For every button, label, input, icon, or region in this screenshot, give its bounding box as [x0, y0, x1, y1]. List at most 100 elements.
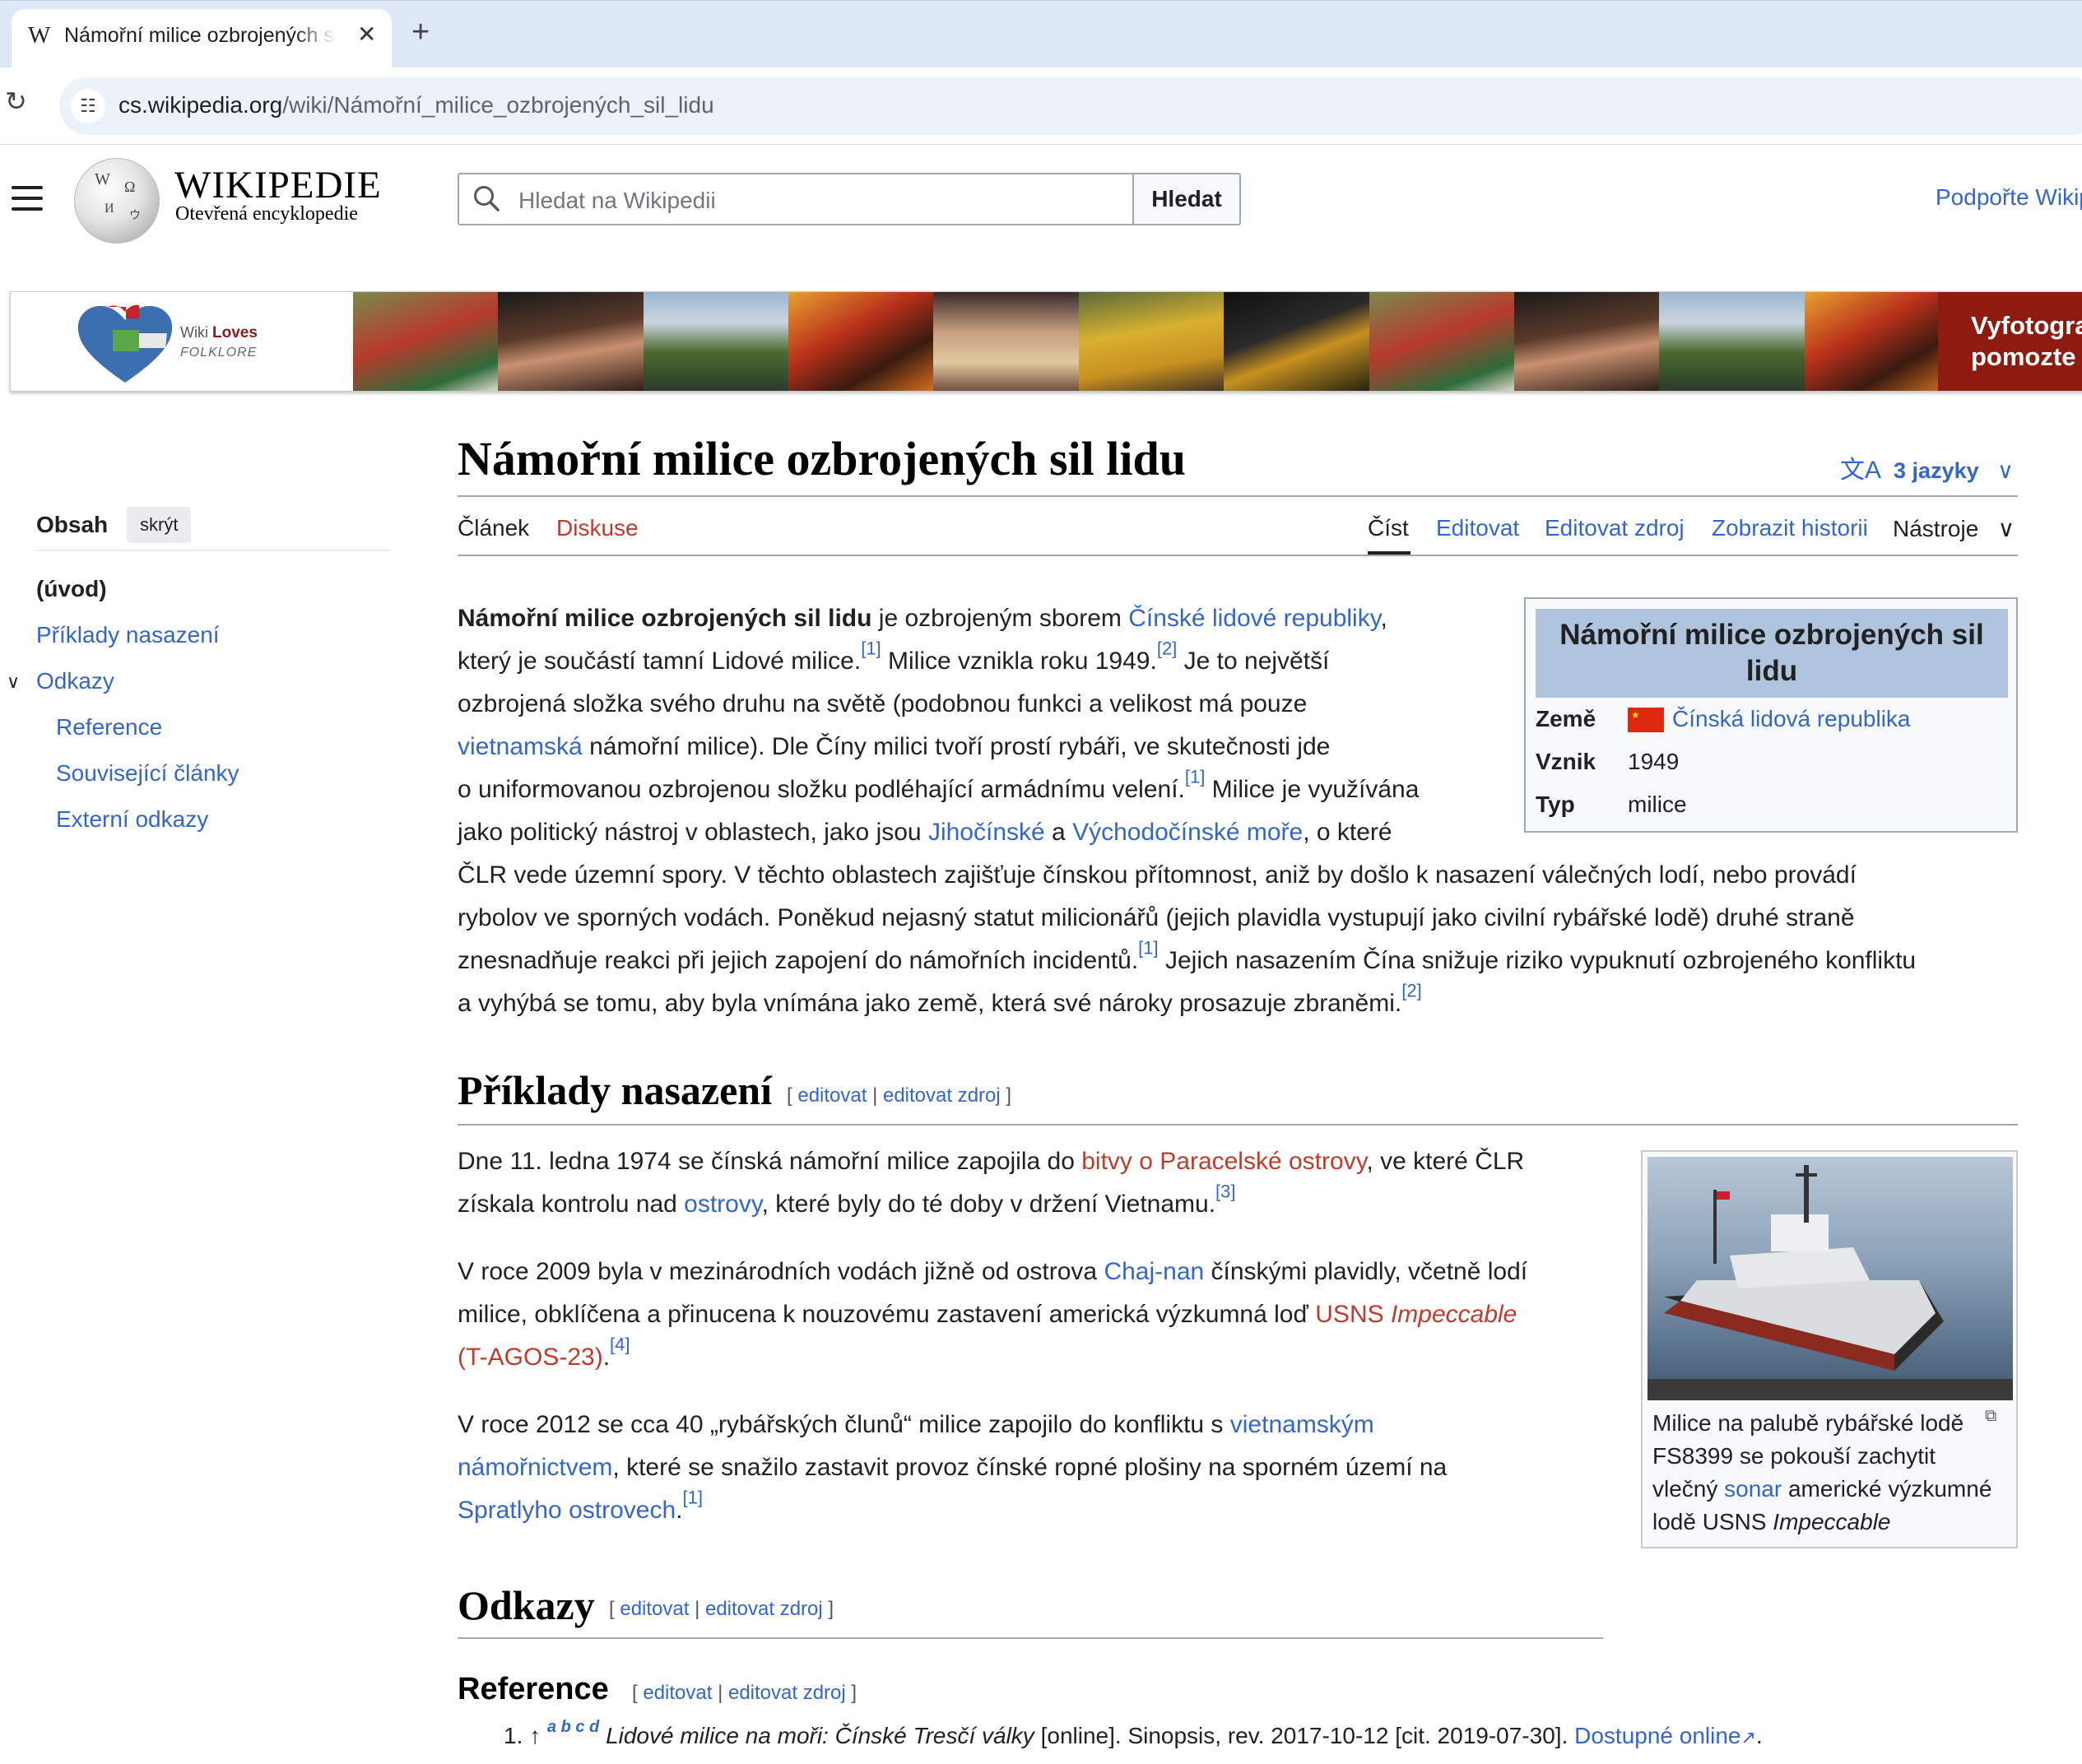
examples-line-7: námořnictvem, které se snažilo zastavit … — [458, 1446, 1447, 1489]
external-link-icon: ↗ — [1740, 1727, 1756, 1748]
toc-item-external[interactable]: Externí odkazy — [56, 806, 208, 833]
link-islands[interactable]: ostrovy — [684, 1191, 761, 1218]
tab-edit[interactable]: Editovat — [1436, 515, 1519, 541]
text: , ve které ČLR — [1366, 1148, 1525, 1175]
backlink-letters[interactable]: a b c d — [547, 1718, 599, 1736]
edit-source-section-link[interactable]: editovat zdroj — [705, 1598, 823, 1620]
tab-article[interactable]: Článek — [458, 515, 529, 541]
section-heading-examples: Příklady nasazení — [458, 1067, 772, 1113]
link-vietnamese-navy[interactable]: námořnictvem — [458, 1454, 612, 1481]
language-selector[interactable]: 文A 3 jazyky ∨ — [1840, 449, 2014, 485]
reference-number: 1. — [504, 1723, 523, 1748]
link-prc[interactable]: Čínské lidové republiky — [1128, 605, 1380, 632]
ship-photo[interactable] — [1647, 1157, 2013, 1400]
banner-cta[interactable]: Vyfotografujte pomozte — [1938, 292, 2082, 391]
link-usns-impeccable[interactable]: USNS Impeccable — [1315, 1301, 1517, 1328]
lead-line-8: rybolov ve sporných vodách. Poněkud neja… — [458, 904, 1855, 931]
link-t-agos-23[interactable]: (T-AGOS-23) — [458, 1344, 603, 1371]
tab-edit-source[interactable]: Editovat zdroj — [1545, 515, 1685, 541]
text: čínskými plavidly, včetně lodí — [1204, 1258, 1528, 1285]
text: Je to největší — [1177, 648, 1330, 675]
link-east-china-sea[interactable]: Východočínské moře — [1072, 819, 1303, 846]
chevron-down-icon: ∨ — [1997, 516, 2015, 541]
url-path: /wiki/Námořní_milice_ozbrojených_sil_lid… — [282, 92, 714, 118]
caption-text: Impeccable — [1773, 1509, 1891, 1534]
infobox-value-country[interactable]: Čínská lidová republika — [1672, 706, 1911, 732]
citation-link[interactable]: [3] — [1215, 1181, 1235, 1201]
tab-history[interactable]: Zobrazit historii — [1712, 515, 1868, 541]
text: , které byly do té doby v držení Vietnam… — [761, 1191, 1216, 1218]
tab-title: Námořní milice ozbrojených sil lidu — [64, 24, 336, 47]
url-host: cs.wikipedia.org — [119, 92, 283, 118]
reference-title: Lidové milice na moři: Čínské Tresčí vál… — [606, 1723, 1034, 1748]
bracket: ] — [828, 1598, 834, 1620]
browser-tab[interactable]: W Námořní milice ozbrojených sil lidu ✕ — [12, 9, 392, 68]
citation-link[interactable]: [2] — [1157, 638, 1177, 658]
edit-section-link[interactable]: editovat — [620, 1598, 689, 1620]
infobox: Námořní milice ozbrojených sil lidu Země… — [1524, 597, 2018, 833]
text: , které se snažilo zastavit provoz čínsk… — [612, 1454, 1448, 1481]
citation-link[interactable]: [1] — [1185, 766, 1205, 787]
edit-source-section-link[interactable]: editovat zdroj — [728, 1682, 846, 1704]
toc-item-links[interactable]: Odkazy — [36, 668, 114, 694]
citation-link[interactable]: [1] — [1138, 937, 1158, 958]
url-text[interactable]: cs.wikipedia.org/wiki/Námořní_milice_ozb… — [119, 92, 714, 118]
wikipedia-globe-logo[interactable]: W Ω И ウ — [74, 158, 160, 244]
toc-item-intro[interactable]: (úvod) — [36, 576, 107, 602]
title-divider — [458, 495, 2018, 497]
reload-icon[interactable]: ↻ — [5, 86, 27, 117]
text: získala kontrolu nad — [458, 1191, 685, 1218]
text: , — [1380, 605, 1387, 632]
text: jako politický nástroj v oblastech, jako… — [458, 819, 928, 846]
donate-link[interactable]: Podpořte Wikipedii — [1936, 184, 2082, 211]
tab-read[interactable]: Číst — [1368, 515, 1409, 541]
citation-link[interactable]: [4] — [610, 1334, 630, 1354]
link-south-china-sea[interactable]: Jihočínské — [928, 819, 1045, 846]
separator: | — [695, 1598, 700, 1620]
lead-line-1: Námořní milice ozbrojených sil lidu je o… — [458, 597, 1387, 640]
tools-label: Nástroje — [1893, 516, 1979, 541]
edit-source-section-link[interactable]: editovat zdroj — [883, 1084, 1001, 1107]
section-heading-references: Reference — [458, 1672, 609, 1706]
tab-talk[interactable]: Diskuse — [556, 515, 639, 541]
edit-section-link[interactable]: editovat — [643, 1682, 712, 1704]
address-bar[interactable]: ☷ cs.wikipedia.org/wiki/Námořní_milice_o… — [59, 77, 2082, 135]
tools-menu[interactable]: Nástroje ∨ — [1893, 515, 2015, 542]
backlink-arrow[interactable]: ↑ — [529, 1723, 541, 1748]
table-of-contents: Obsah skrýt (úvod) Příklady nasazení ∨ O… — [7, 502, 390, 832]
citation-link[interactable]: [1] — [861, 638, 881, 658]
language-count: 3 jazyky — [1894, 458, 1979, 483]
close-tab-icon[interactable]: ✕ — [357, 21, 376, 48]
caption-text: Milice na palubě rybářské lodě — [1652, 1410, 1964, 1436]
new-tab-button[interactable]: + — [411, 16, 430, 49]
link-vietnamese-navy[interactable]: vietnamským — [1230, 1411, 1374, 1438]
text: Jejich nasazením Čína snižuje riziko vyp… — [1158, 947, 1917, 974]
chevron-down-icon[interactable]: ∨ — [7, 671, 20, 693]
examples-line-1: Dne 11. ledna 1974 se čínská námořní mil… — [458, 1140, 1524, 1183]
link-spratly[interactable]: Spratlyho ostrovech — [458, 1497, 676, 1524]
text: Milice je využívána — [1205, 776, 1420, 803]
search-input[interactable]: Hledat na Wikipedii — [458, 173, 1134, 225]
external-link[interactable]: Dostupné online — [1574, 1723, 1740, 1748]
citation-link[interactable]: [2] — [1401, 980, 1421, 1000]
banner-cta-line1: Vyfotografujte — [1971, 311, 2082, 340]
banner-cta-line2: pomozte — [1971, 342, 2076, 371]
puzzle-heart-logo — [77, 304, 173, 383]
edit-section-link[interactable]: editovat — [797, 1084, 867, 1107]
wiki-loves-folklore-banner[interactable]: Wiki Loves FOLKLORE Vyfotografujte pomoz… — [10, 291, 2082, 392]
search-button[interactable]: Hledat — [1132, 173, 1241, 225]
toc-item-references[interactable]: Reference — [56, 714, 162, 740]
toc-hide-button[interactable]: skrýt — [127, 507, 192, 543]
link-hainan[interactable]: Chaj-nan — [1104, 1258, 1204, 1285]
toc-item-examples[interactable]: Příklady nasazení — [36, 622, 220, 648]
site-info-icon[interactable]: ☷ — [71, 89, 105, 123]
text: Milice vznikla roku 1949. — [881, 648, 1157, 675]
link-paracel-battle[interactable]: bitvy o Paracelské ostrovy — [1081, 1148, 1366, 1175]
toc-item-related[interactable]: Související články — [56, 760, 239, 787]
text: milice, obklíčena a přinucena k nouzovém… — [458, 1301, 1316, 1328]
link-sonar[interactable]: sonar — [1724, 1476, 1782, 1502]
main-menu-icon[interactable] — [12, 186, 43, 211]
wikipedia-wordmark[interactable]: WIKIPEDIE — [174, 163, 382, 207]
citation-link[interactable]: [1] — [682, 1487, 702, 1507]
link-vietnamese[interactable]: vietnamská — [458, 733, 583, 760]
